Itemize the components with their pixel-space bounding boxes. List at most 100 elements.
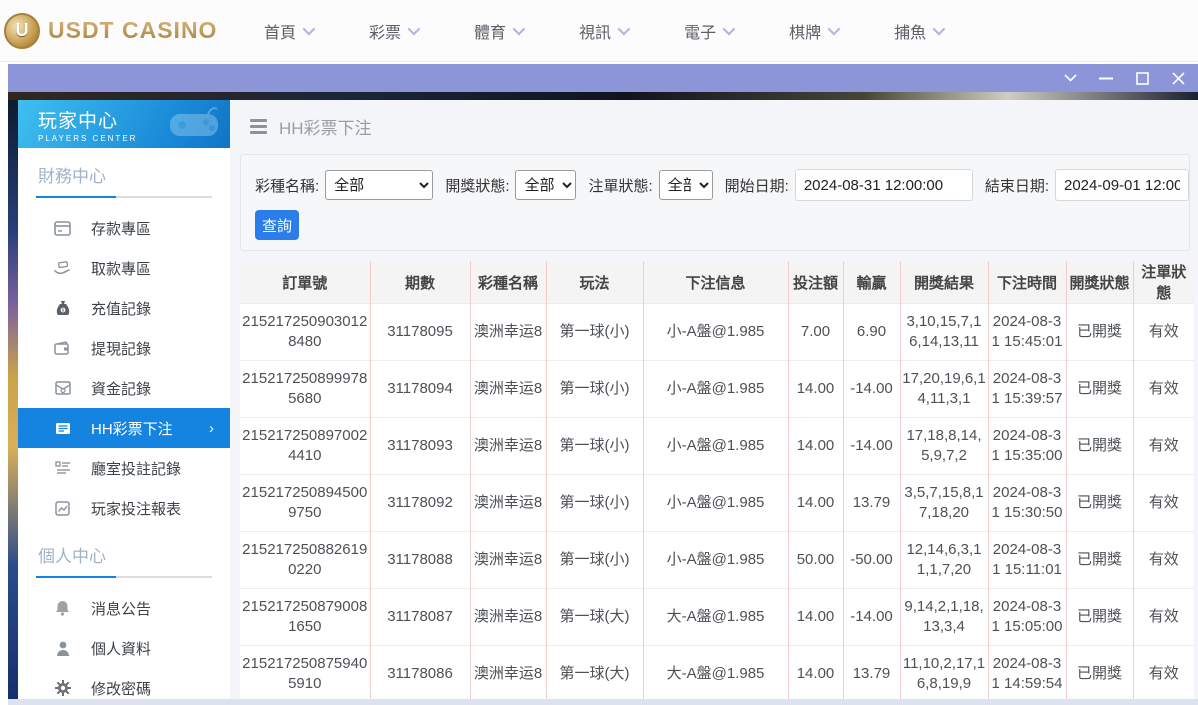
table-cell: 14.00 <box>787 417 843 475</box>
nav-item-6[interactable]: 捕魚 <box>894 19 946 43</box>
sidebar-item-notice[interactable]: 消息公告 <box>18 588 230 628</box>
window-dropdown-icon[interactable] <box>1062 70 1078 86</box>
sidebar-item-withdrawal-record[interactable]: 提現記錄 <box>18 328 230 368</box>
start-date-label: 開始日期: <box>724 177 789 195</box>
column-header: 開獎結果 <box>899 261 988 304</box>
sidebar-item-hall-bet-record[interactable]: 廳室投註記錄 <box>18 448 230 488</box>
screen: U USDT CASINO 首頁 彩票 體育 視訊 電子 棋牌 捕魚 玩家中心 … <box>0 0 1198 705</box>
table-cell: 3,5,7,15,8,17,18,20 <box>899 474 988 532</box>
table-cell: 7.00 <box>787 303 843 361</box>
nav-item-1[interactable]: 彩票 <box>369 19 421 43</box>
draw-status-label: 開獎狀態: <box>445 177 510 195</box>
main-panel: HH彩票下注 彩種名稱: 全部 開獎狀態: 全部 注單狀態: 全部 開始日期: … <box>230 100 1198 699</box>
filter-panel: 彩種名稱: 全部 開獎狀態: 全部 注單狀態: 全部 開始日期: 2024-08… <box>240 154 1190 251</box>
chevron-right-icon: › <box>209 419 214 437</box>
table-cell: 31178087 <box>369 588 470 646</box>
table-cell: 11,10,2,17,16,8,19,9 <box>899 645 988 699</box>
table-cell: -14.00 <box>842 588 900 646</box>
chevron-down-icon <box>302 22 316 36</box>
table-cell: 大-A盤@1.985 <box>642 588 788 646</box>
table-cell: 6.90 <box>842 303 900 361</box>
start-date-input[interactable] <box>794 169 973 201</box>
table-cell: 31178088 <box>369 531 470 589</box>
end-date-input[interactable] <box>1055 169 1189 201</box>
table-row: 2152172508999785680 31178094 澳洲幸运8 第一球(小) 小-… <box>240 360 1194 418</box>
column-header: 期數 <box>369 261 470 304</box>
table-cell: 第一球(小) <box>545 303 643 361</box>
table-row: 2152172509030128480 31178095 澳洲幸运8 第一球(小) 小-… <box>240 303 1194 361</box>
lottery-name-select[interactable]: 全部 <box>325 170 434 200</box>
window-minimize-icon[interactable] <box>1098 70 1114 86</box>
ticket-status-select[interactable]: 全部 <box>658 170 713 200</box>
nav-item-label: 捕魚 <box>894 24 927 42</box>
table-cell: 第一球(小) <box>545 417 643 475</box>
table-cell: 第一球(大) <box>545 645 643 699</box>
nav-item-label: 體育 <box>474 24 507 42</box>
window-titlebar[interactable] <box>8 64 1198 92</box>
chevron-down-icon <box>932 22 946 36</box>
table-cell: 有效 <box>1132 645 1194 699</box>
table-cell: 第一球(小) <box>545 474 643 532</box>
sidebar-item-hh-lottery-bet[interactable]: HH彩票下注 › <box>18 408 230 448</box>
table-cell: 有效 <box>1132 303 1194 361</box>
table-cell: 大-A盤@1.985 <box>642 645 788 699</box>
funds-envelope-icon <box>54 380 71 397</box>
table-cell: 13.79 <box>842 645 900 699</box>
chevron-down-icon <box>722 22 736 36</box>
bet-table-header: 訂單號 期數 彩種名稱 玩法 下注信息 投注額 輸贏 開獎結果 下注時間 開獎狀態 注單狀態 <box>240 261 1194 304</box>
column-header: 開獎狀態 <box>1065 261 1133 304</box>
sidebar-item-funds-record[interactable]: 資金記錄 <box>18 368 230 408</box>
sidebar-item-player-report[interactable]: 玩家投注報表 <box>18 488 230 528</box>
sidebar-item-label: 廳室投註記錄 <box>91 460 182 478</box>
player-center-window: 玩家中心 PLAYERS CENTER 財務中心 存款專區 取款專區 充值記錄 … <box>8 64 1198 705</box>
chevron-down-icon <box>617 22 631 36</box>
table-cell: 已開獎 <box>1065 303 1133 361</box>
window-maximize-icon[interactable] <box>1134 70 1150 86</box>
sidebar-item-label: 修改密碼 <box>91 680 152 698</box>
table-cell: 14.00 <box>787 588 843 646</box>
sidebar-item-label: 個人資料 <box>91 640 152 658</box>
sidebar-item-deposit[interactable]: 存款專區 <box>18 208 230 248</box>
table-cell: 2024-08-31 15:11:01 <box>987 531 1066 589</box>
profile-person-icon <box>54 640 71 657</box>
hall-bet-list-icon <box>54 460 71 477</box>
table-cell: 小-A盤@1.985 <box>642 303 788 361</box>
table-row: 2152172508826190220 31178088 澳洲幸运8 第一球(小) 小-… <box>240 531 1194 589</box>
brand-logo[interactable]: U USDT CASINO <box>2 12 232 49</box>
column-header: 投注額 <box>787 261 843 304</box>
nav-item-0[interactable]: 首頁 <box>264 19 316 43</box>
horizontal-scrollbar[interactable] <box>8 699 1198 705</box>
gamepad-icon <box>168 106 220 147</box>
window-close-icon[interactable] <box>1170 70 1186 86</box>
nav-item-3[interactable]: 視訊 <box>579 19 631 43</box>
sidebar-personal-list: 消息公告 個人資料 修改密碼 <box>18 588 230 699</box>
table-cell: 第一球(大) <box>545 588 643 646</box>
sidebar-item-recharge-record[interactable]: 充值記錄 <box>18 288 230 328</box>
sidebar-item-withdraw[interactable]: 取款專區 <box>18 248 230 288</box>
table-cell: 2024-08-31 15:30:50 <box>987 474 1066 532</box>
table-row: 2152172508945009750 31178092 澳洲幸运8 第一球(小) 小-… <box>240 474 1194 532</box>
sidebar-item-profile[interactable]: 個人資料 <box>18 628 230 668</box>
column-header: 下注信息 <box>642 261 788 304</box>
chevron-down-icon <box>407 22 421 36</box>
nav-item-5[interactable]: 棋牌 <box>789 19 841 43</box>
table-cell: 31178095 <box>369 303 470 361</box>
query-button[interactable]: 查詢 <box>255 210 299 240</box>
table-cell: 2152172508999785680 <box>240 360 370 418</box>
sidebar-item-label: 玩家投注報表 <box>91 500 182 518</box>
table-cell: 9,14,2,1,18,13,3,4 <box>899 588 988 646</box>
sidebar-item-change-password[interactable]: 修改密碼 <box>18 668 230 699</box>
table-cell: 小-A盤@1.985 <box>642 531 788 589</box>
table-cell: 已開獎 <box>1065 474 1133 532</box>
draw-status-select[interactable]: 全部 <box>515 170 577 200</box>
hamburger-menu-icon[interactable] <box>250 118 267 134</box>
background-art-top <box>8 92 1198 100</box>
nav-item-2[interactable]: 體育 <box>474 19 526 43</box>
nav-item-4[interactable]: 電子 <box>684 19 736 43</box>
bet-table-wrap: 訂單號 期數 彩種名稱 玩法 下注信息 投注額 輸贏 開獎結果 下注時間 開獎狀態 注單狀態 215… <box>240 261 1194 699</box>
sidebar-item-label: 充值記錄 <box>91 300 152 318</box>
table-cell: 有效 <box>1132 474 1194 532</box>
window-content: 玩家中心 PLAYERS CENTER 財務中心 存款專區 取款專區 充值記錄 … <box>8 92 1198 705</box>
table-cell: 14.00 <box>787 645 843 699</box>
table-cell: 14.00 <box>787 474 843 532</box>
